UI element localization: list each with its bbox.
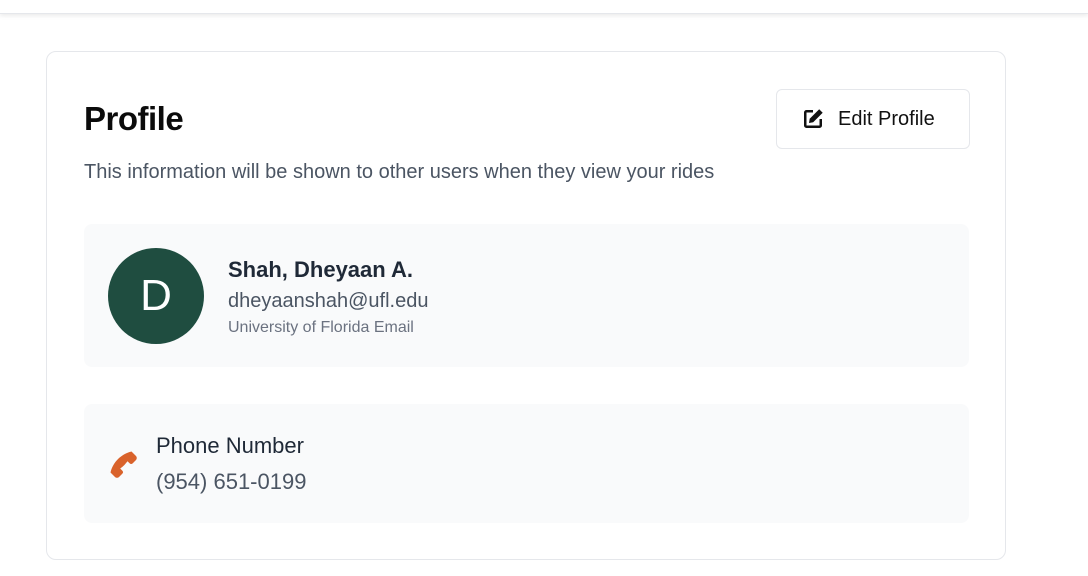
phone-icon (107, 448, 139, 480)
profile-card: Profile This information will be shown t… (46, 51, 1006, 560)
user-email: dheyaanshah@ufl.edu (228, 290, 429, 312)
edit-profile-button[interactable]: Edit Profile (776, 89, 970, 149)
phone-panel: Phone Number (954) 651-0199 (84, 404, 969, 523)
user-info-panel: D Shah, Dheyaan A. dheyaanshah@ufl.edu U… (84, 224, 969, 367)
profile-subtitle: This information will be shown to other … (84, 161, 715, 183)
page-title: Profile (84, 100, 184, 137)
user-email-note: University of Florida Email (228, 319, 414, 336)
edit-icon (801, 107, 825, 131)
user-name: Shah, Dheyaan A. (228, 257, 414, 282)
edit-profile-label: Edit Profile (838, 107, 935, 130)
phone-label: Phone Number (156, 433, 304, 458)
top-navbar-edge (0, 0, 1088, 14)
phone-value: (954) 651-0199 (156, 469, 307, 494)
avatar: D (108, 248, 204, 344)
